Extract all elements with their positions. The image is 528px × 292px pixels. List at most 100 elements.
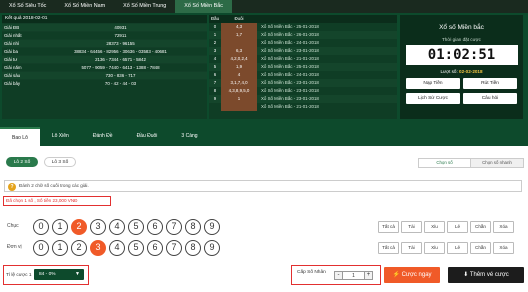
timer-label: Thời gian đặt cược — [442, 37, 481, 42]
quick-select-button[interactable]: Tất cả — [378, 221, 399, 233]
panel-title: Xổ số Miền bắc — [439, 24, 484, 31]
col-duoi: Đuôi — [234, 16, 244, 21]
odds-selector: Tỉ lệ cược 1 84 - 0% ▼ — [3, 265, 89, 285]
digit-ball[interactable]: 0 — [33, 219, 49, 235]
multiplier-minus-button[interactable]: - — [334, 271, 343, 280]
digit-ball[interactable]: 9 — [204, 240, 220, 256]
game-tabs: Bao Lô Lô Xiên Đánh Đề Đầu Đuôi 3 Càng — [0, 127, 528, 146]
bet-now-button[interactable]: ⚡ Cược ngay — [384, 267, 440, 283]
head-digit: 3 — [213, 48, 217, 53]
quick-select-button[interactable]: Chẵn — [470, 221, 491, 233]
digit-ball[interactable]: 8 — [185, 219, 201, 235]
quick-select-button[interactable]: Xóa — [493, 221, 514, 233]
multiplier-plus-button[interactable]: + — [364, 271, 373, 280]
digit-ball[interactable]: 1 — [52, 219, 68, 235]
digit-ball[interactable]: 7 — [166, 219, 182, 235]
quick-select-button[interactable]: Tài — [401, 242, 422, 254]
history-link[interactable]: Xổ Số Miền Bắc - 26-01-2018 — [257, 31, 397, 39]
prize-value: 40931 — [114, 25, 127, 30]
tab-dau-duoi[interactable]: Đầu Đuôi — [125, 127, 170, 146]
result-row: Giải ba 38834 - 64456 - 82956 - 30636 - 0… — [2, 47, 207, 55]
digit-ball[interactable]: 2 — [71, 240, 87, 256]
history-link[interactable]: Xổ Số Miền Bắc - 23-01-2018 — [257, 95, 397, 103]
units-quick-buttons: Tất cả Tài Xỉu Lẻ Chẵn Xóa — [378, 242, 514, 254]
deposit-button[interactable]: Nạp Tiền — [406, 78, 460, 89]
digit-ball[interactable]: 3 — [90, 240, 106, 256]
withdraw-button[interactable]: Rút Tiền — [463, 78, 517, 89]
digit-ball[interactable]: 9 — [204, 219, 220, 235]
history-link[interactable]: Xổ Số Miền Bắc - 24-01-2018 — [257, 71, 397, 79]
tab-xo-so-sieu-toc[interactable]: Xổ Số Siêu Tốc — [0, 0, 55, 13]
quick-select-button[interactable]: Xóa — [493, 242, 514, 254]
quick-select-button[interactable]: Xỉu — [424, 242, 445, 254]
tab-bao-lo[interactable]: Bao Lô — [0, 127, 40, 146]
tail-digits: 4,3 — [221, 23, 257, 31]
head-tail-row: 0 4,3 Xổ Số Miền Bắc - 25-01-2018 — [209, 23, 397, 31]
digit-ball[interactable]: 1 — [52, 240, 68, 256]
quick-select-button[interactable]: Lẻ — [447, 242, 468, 254]
digit-ball[interactable]: 8 — [185, 240, 201, 256]
history-link[interactable]: Xổ Số Miền Bắc - 25-01-2018 — [257, 23, 397, 31]
tab-danh-de[interactable]: Đánh Đề — [81, 127, 125, 146]
head-tail-rows: 0 4,3 Xổ Số Miền Bắc - 25-01-2018 1 1,7 Xổ Số… — [209, 23, 397, 111]
draw-label: Lượt số — [440, 69, 457, 74]
prize-label: Giải bảy — [4, 81, 21, 86]
tab-xo-so-mien-bac[interactable]: Xổ Số Miền Bắc — [175, 0, 232, 13]
digit-ball[interactable]: 6 — [147, 219, 163, 235]
mode-pick-number[interactable]: Chọn số — [419, 159, 471, 167]
history-link[interactable]: Xổ Số Miền Bắc - 21-01-2018 — [257, 55, 397, 63]
subtab-lo-2-so[interactable]: Lô 2 Số — [6, 157, 38, 167]
digit-ball[interactable]: 5 — [128, 240, 144, 256]
tab-xo-so-mien-nam[interactable]: Xổ Số Miền Nam — [55, 0, 114, 13]
head-tail-table: Đầu Đuôi 0 4,3 Xổ Số Miền Bắc - 25-01-2018… — [209, 15, 397, 119]
history-link[interactable]: Xổ Số Miền Bắc - 23-01-2018 — [257, 47, 397, 55]
digit-ball[interactable]: 5 — [128, 219, 144, 235]
quick-select-button[interactable]: Tài — [401, 221, 422, 233]
prize-label: Giải ĐB — [4, 25, 20, 30]
digit-ball[interactable]: 4 — [109, 219, 125, 235]
results-rows: Giải ĐB 40931 Giải nhất 72911 Giải nhì 28373 … — [2, 23, 207, 87]
col-dau: Đầu — [210, 16, 220, 21]
digit-ball[interactable]: 4 — [109, 240, 125, 256]
digit-ball[interactable]: 0 — [33, 240, 49, 256]
digit-ball[interactable]: 2 — [71, 219, 87, 235]
quick-select-button[interactable]: Lẻ — [447, 221, 468, 233]
bet-history-button[interactable]: Lịch Sử Cược — [406, 93, 460, 104]
mode-quick-pick[interactable]: Chọn số nhanh — [471, 159, 523, 167]
digit-ball[interactable]: 7 — [166, 240, 182, 256]
quick-select-button[interactable]: Tất cả — [378, 242, 399, 254]
tab-3-cang[interactable]: 3 Càng — [169, 127, 209, 146]
chevron-down-icon: ▼ — [75, 271, 80, 277]
history-link[interactable]: Xổ Số Miền Bắc - 21-01-2018 — [257, 103, 397, 111]
prize-value: 38834 - 64456 - 82956 - 30636 - 03583 - … — [74, 49, 167, 54]
head-digit: 4 — [213, 56, 217, 61]
tail-digits: 4,2,0,2,4 — [221, 55, 257, 63]
sub-tabs: Lô 2 Số Lô 3 Số — [6, 157, 76, 167]
head-digit: 7 — [213, 80, 217, 85]
tab-lo-xien[interactable]: Lô Xiên — [40, 127, 81, 146]
quick-select-button[interactable]: Chẵn — [470, 242, 491, 254]
rule-hint: ? Đánh 2 chữ số cuối trong các giải. — [4, 180, 522, 192]
history-link[interactable]: Xổ Số Miền Bắc - 23-01-2018 — [257, 87, 397, 95]
history-link[interactable]: Xổ Số Miền Bắc - 25-01-2018 — [257, 63, 397, 71]
odds-dropdown[interactable]: 84 - 0% ▼ — [34, 269, 84, 280]
history-link[interactable]: Xổ Số Miền Bắc - 24-01-2018 — [257, 39, 397, 47]
digit-ball[interactable]: 3 — [90, 219, 106, 235]
help-button[interactable]: Câu hỏi — [463, 93, 517, 104]
tail-digits: 4 — [221, 71, 257, 79]
tab-xo-so-mien-trung[interactable]: Xổ Số Miền Trung — [114, 0, 175, 13]
tail-digits: 3,1,7,4,0 — [221, 79, 257, 87]
quick-select-button[interactable]: Xỉu — [424, 221, 445, 233]
multiplier-value[interactable]: 1 — [343, 271, 364, 280]
head-digit: 8 — [213, 88, 217, 93]
head-tail-header: Đầu Đuôi — [209, 15, 397, 23]
head-digit: 5 — [213, 64, 217, 69]
digit-ball[interactable]: 6 — [147, 240, 163, 256]
subtab-lo-3-so[interactable]: Lô 3 Số — [44, 157, 76, 167]
head-tail-row: 3 6,3 Xổ Số Miền Bắc - 23-01-2018 — [209, 47, 397, 55]
results-header: Kết quả 2018-02-01 — [2, 15, 207, 23]
head-tail-row: 9 1 Xổ Số Miền Bắc - 23-01-2018 — [209, 95, 397, 103]
tens-quick-buttons: Tất cả Tài Xỉu Lẻ Chẵn Xóa — [378, 221, 514, 233]
history-link[interactable]: Xổ Số Miền Bắc - 23-01-2018 — [257, 79, 397, 87]
add-ticket-button[interactable]: ⬇ Thêm vé cược — [448, 267, 524, 283]
